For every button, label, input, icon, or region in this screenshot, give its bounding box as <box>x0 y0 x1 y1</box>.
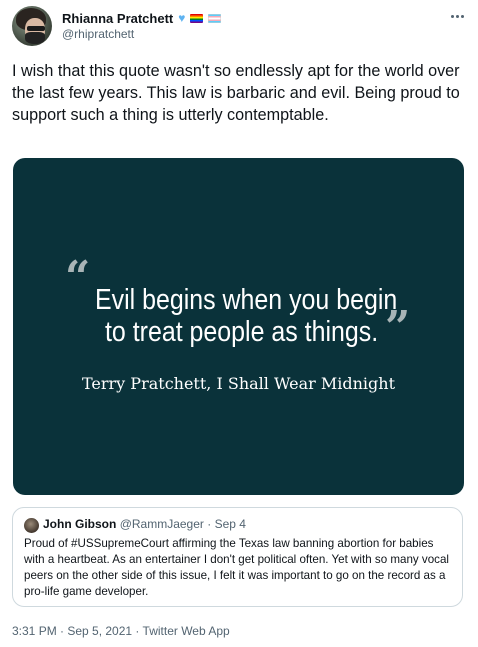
blue-heart-icon: ♥ <box>178 11 186 25</box>
open-quote-mark: “ <box>65 252 91 303</box>
quoted-tweet-date: Sep 4 <box>214 517 246 531</box>
quoted-separator: · <box>203 517 215 531</box>
quoted-author-avatar <box>24 518 39 533</box>
quoted-tweet-header: John Gibson @RammJaeger · Sep 4 <box>43 517 246 531</box>
close-quote-mark: ” <box>385 302 411 353</box>
quoted-tweet-text: Proud of #USSupremeCourt affirming the T… <box>24 537 449 598</box>
rainbow-flag-icon <box>190 13 204 23</box>
trans-flag-icon <box>208 13 222 23</box>
more-options-icon[interactable] <box>446 6 468 26</box>
quote-line-2: to treat people as things. <box>105 316 379 348</box>
tweet-timestamp[interactable]: 3:31 PM · Sep 5, 2021 · Twitter Web App <box>12 624 230 638</box>
quoted-author-name: John Gibson <box>43 517 117 531</box>
tweet: Rhianna Pratchett ♥ @rhipratchett I wish… <box>0 0 478 647</box>
tweet-media-image[interactable]: “ Evil begins when you begin to treat pe… <box>13 158 464 495</box>
author-display-name[interactable]: Rhianna Pratchett <box>62 11 173 26</box>
quoted-tweet-card[interactable]: John Gibson @RammJaeger · Sep 4 Proud of… <box>12 507 463 607</box>
quote-image-content: “ Evil begins when you begin to treat pe… <box>13 158 464 495</box>
tweet-text: I wish that this quote wasn't so endless… <box>12 62 465 124</box>
quote-attribution: Terry Pratchett, I Shall Wear Midnight <box>81 374 396 393</box>
author-handle[interactable]: @rhipratchett <box>62 27 134 41</box>
quoted-author-handle: @RammJaeger <box>119 517 204 531</box>
author-name-row: Rhianna Pratchett ♥ <box>62 9 222 27</box>
quote-line-1: Evil begins when you begin <box>95 284 398 316</box>
author-avatar[interactable] <box>12 6 52 46</box>
